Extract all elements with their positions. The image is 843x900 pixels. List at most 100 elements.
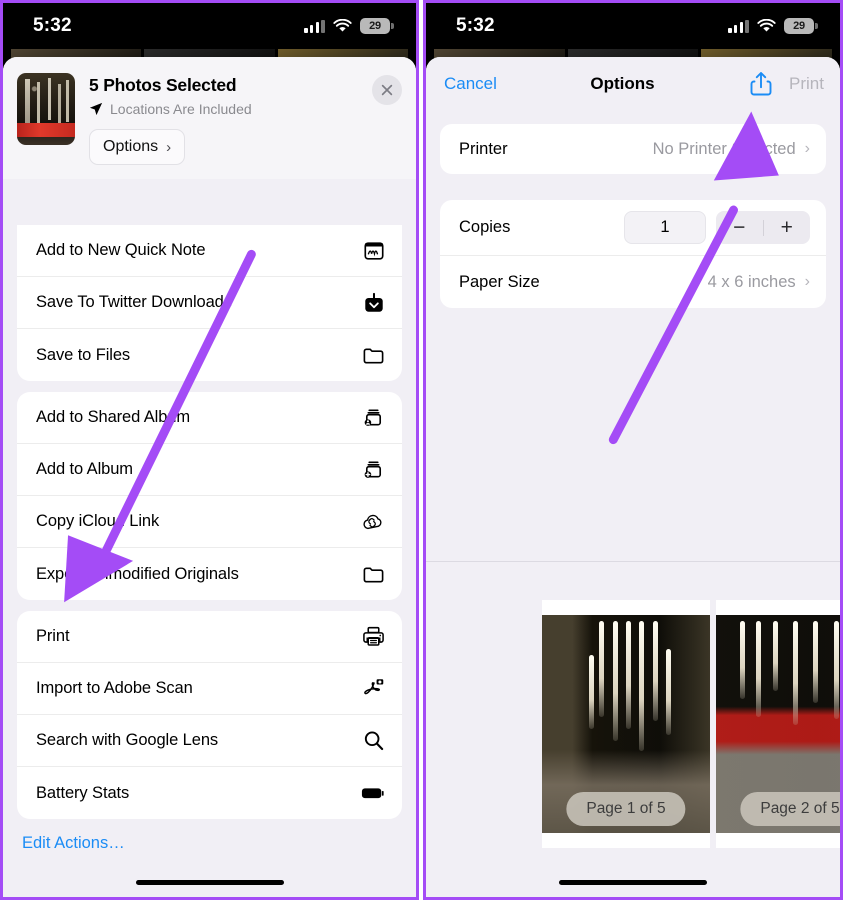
print-settings-card: Copies 1 − + Paper Size 4 x 6 inches › [440,200,826,308]
battery-status-icon: 29 [360,18,394,34]
action-group-1: Add to New Quick Note Save To Twitter Do… [17,225,402,381]
screenshot-stage: 5:32 29 5 Photos Selected Locations Are … [0,0,843,900]
list-item-add-to-new-quick-note[interactable]: Add to New Quick Note [17,225,402,277]
phone-frame-right: 5:32 29 Cancel Options Print Printer No … [423,0,843,900]
locations-included-label: Locations Are Included [110,101,252,117]
folder-icon [355,344,385,367]
screen-right: 5:32 29 Cancel Options Print Printer No … [426,3,840,897]
chevron-right-icon: › [804,273,810,290]
page-title: 5 Photos Selected [89,75,237,95]
list-item-label: Battery Stats [36,783,130,802]
home-indicator [135,880,284,885]
list-item-export-unmodified-originals[interactable]: Export Unmodified Originals [17,548,402,600]
wifi-icon [333,18,352,33]
status-indicators: 29 [728,18,818,34]
search-icon [355,729,385,752]
paper-size-row[interactable]: Paper Size 4 x 6 inches › [440,256,826,308]
shared-album-icon [355,406,385,429]
list-item-copy-icloud-link[interactable]: Copy iCloud Link [17,496,402,548]
print-options-title: Options [590,74,655,93]
list-item-label: Export Unmodified Originals [36,564,239,583]
share-header-text: 5 Photos Selected Locations Are Included… [89,73,358,165]
icloud-link-icon [355,511,385,532]
list-item-add-to-shared-album[interactable]: Add to Shared Album [17,392,402,444]
list-item-label: Add to Shared Album [36,408,191,426]
folder-icon [355,563,385,586]
copies-decrement-button[interactable]: − [716,217,763,238]
print-preview-area[interactable]: Page 1 of 5 Page 2 of 5 [426,561,840,897]
list-item-label: Copy iCloud Link [36,512,160,530]
status-clock: 5:32 [456,15,495,36]
selection-thumbnail [17,73,75,145]
share-options-button[interactable]: Options › [89,129,186,165]
page-badge: Page 2 of 5 [740,792,840,826]
page-badge: Page 1 of 5 [566,792,686,826]
list-item-print[interactable]: Print [17,611,402,663]
preview-page-2[interactable]: Page 2 of 5 [716,600,840,848]
battery-percent: 29 [793,20,805,32]
paper-size-value: 4 x 6 inches [707,272,796,291]
status-indicators: 29 [304,18,394,34]
wifi-icon [757,18,776,33]
download-box-icon [355,292,385,314]
printer-value: No Printer Selected [652,139,796,158]
screen-left: 5:32 29 5 Photos Selected Locations Are … [3,3,416,897]
cancel-button[interactable]: Cancel [444,74,497,94]
edit-actions-button[interactable]: Edit Actions… [3,830,416,853]
action-group-2: Add to Shared Album Add to Album Copy iC… [17,392,402,600]
printer-icon [355,625,385,648]
cellular-signal-icon [728,19,749,33]
list-item-label: Import to Adobe Scan [36,679,193,697]
status-clock: 5:32 [33,15,72,36]
action-group-3: Print Import to Adobe Scan Search with G… [17,611,402,819]
cellular-signal-icon [304,19,325,33]
chevron-right-icon: › [804,140,810,157]
printer-label: Printer [459,139,508,158]
navbar-right-actions: Print [748,71,824,98]
quick-note-icon [355,240,385,262]
list-item-import-to-adobe-scan[interactable]: Import to Adobe Scan [17,663,402,715]
close-button[interactable] [372,75,402,105]
list-item-label: Save To Twitter Downloads [36,293,232,311]
battery-icon [355,785,385,801]
printer-row[interactable]: Printer No Printer Selected › [440,124,826,174]
print-options-navbar: Cancel Options Print [426,57,840,111]
preview-page-1[interactable]: Page 1 of 5 [542,600,710,848]
list-item-label: Print [36,627,70,645]
list-item-search-with-google-lens[interactable]: Search with Google Lens [17,715,402,767]
chevron-right-icon: › [166,138,172,156]
print-options-sheet: Cancel Options Print Printer No Printer … [426,57,840,897]
status-bar-left: 5:32 29 [3,3,416,49]
share-button[interactable] [748,71,773,98]
share-options-label: Options [103,138,159,155]
phone-frame-left: 5:32 29 5 Photos Selected Locations Are … [0,0,419,900]
copies-label: Copies [459,218,511,236]
copies-input[interactable]: 1 [624,211,706,244]
home-indicator [559,880,707,885]
adobe-scan-icon [355,677,385,700]
add-album-icon [355,458,385,481]
share-sheet: 5 Photos Selected Locations Are Included… [3,57,416,897]
list-item-label: Add to Album [36,460,133,478]
share-sheet-header: 5 Photos Selected Locations Are Included… [3,57,416,179]
print-button[interactable]: Print [789,74,824,94]
list-item-save-to-twitter-downloads[interactable]: Save To Twitter Downloads [17,277,402,329]
preview-pages-carousel[interactable]: Page 1 of 5 Page 2 of 5 [542,600,840,848]
copies-increment-button[interactable]: + [764,217,811,238]
close-icon [381,84,393,96]
list-item-battery-stats[interactable]: Battery Stats [17,767,402,819]
paper-size-label: Paper Size [459,272,540,291]
copies-row: Copies 1 − + [440,200,826,256]
share-actions-list[interactable]: Add to New Quick Note Save To Twitter Do… [3,225,416,897]
list-item-save-to-files[interactable]: Save to Files [17,329,402,381]
list-item-label: Add to New Quick Note [36,241,206,259]
battery-status-icon: 29 [784,18,818,34]
list-item-label: Search with Google Lens [36,731,219,749]
status-bar-right: 5:32 29 [426,3,840,49]
printer-card: Printer No Printer Selected › [440,124,826,174]
list-item-label: Save to Files [36,345,131,364]
locations-included-note: Locations Are Included [89,101,358,117]
location-arrow-icon [89,102,103,116]
list-item-add-to-album[interactable]: Add to Album [17,444,402,496]
copies-stepper[interactable]: − + [716,211,810,244]
